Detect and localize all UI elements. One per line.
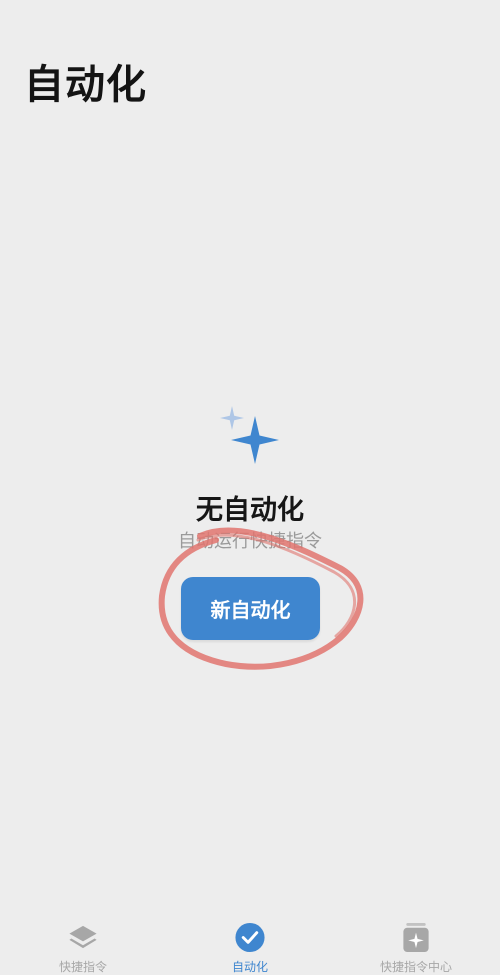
empty-state-title: 无自动化 [196, 495, 304, 526]
tab-gallery[interactable]: 快捷指令中心 [356, 915, 476, 975]
tab-shortcuts[interactable]: 快捷指令 [23, 915, 143, 975]
page-title: 自动化 [24, 62, 147, 108]
tab-label: 快捷指令 [58, 960, 107, 974]
tab-label: 快捷指令中心 [379, 960, 452, 974]
layers-icon [69, 925, 97, 949]
tab-bar: 快捷指令 自动化 快捷指令中心 [0, 915, 500, 975]
gallery-sparkle-icon [403, 922, 429, 953]
tab-label: 自动化 [231, 960, 268, 974]
empty-state-subtitle: 自动运行快捷指令 [178, 531, 322, 552]
sparkle-icon [220, 406, 279, 464]
new-automation-button[interactable]: 新自动化 [181, 577, 320, 640]
tab-automation[interactable]: 自动化 [190, 915, 310, 975]
check-clock-icon [235, 922, 265, 953]
